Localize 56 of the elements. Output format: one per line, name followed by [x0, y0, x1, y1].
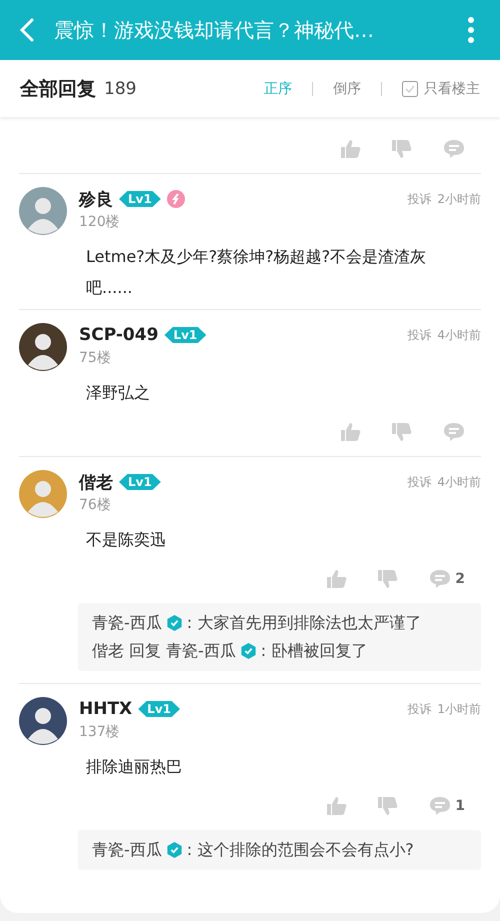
avatar[interactable]	[19, 323, 67, 371]
comment-text: 泽野弘之	[86, 382, 151, 404]
more-icon[interactable]	[468, 17, 474, 43]
page-title: 震惊！游戏没钱却请代言？神秘代…	[54, 16, 375, 44]
comment-icon[interactable]	[443, 422, 465, 442]
verified-icon	[166, 615, 182, 631]
post-time: 4小时前	[437, 326, 481, 344]
owner-only-label[interactable]: 只看楼主	[424, 80, 480, 98]
level-badge: Lv1	[138, 701, 180, 717]
reply-author[interactable]: 偕老	[92, 637, 124, 665]
reply-author[interactable]: 青瓷-西瓜	[92, 609, 162, 637]
floor-number: 120楼	[79, 213, 121, 231]
comment-text: Letme?木及少年?蔡徐坤?杨超越?不会是渣渣灰吧......	[86, 246, 428, 299]
user-name[interactable]: HHTX	[79, 699, 132, 719]
reply-author[interactable]: 青瓷-西瓜	[92, 836, 162, 864]
thumbs-down-icon[interactable]	[378, 796, 398, 816]
post-time: 4小时前	[437, 474, 481, 490]
floor-number: 137楼	[79, 723, 121, 741]
verified-icon	[240, 643, 256, 659]
reply-count: 2	[455, 571, 465, 587]
comment-icon[interactable]	[429, 569, 452, 589]
reply-author[interactable]: 青瓷-西瓜	[166, 637, 236, 665]
user-name[interactable]: 偕老	[79, 470, 113, 494]
section-title: 全部回复	[20, 76, 96, 102]
comment-text: 不是陈奕迅	[86, 529, 167, 551]
thumbs-down-icon[interactable]	[392, 422, 412, 442]
reply-text: : 这个排除的范围会不会有点小?	[186, 839, 414, 861]
user-name[interactable]: 殄良	[79, 188, 113, 210]
medal-icon	[166, 190, 185, 208]
thumbs-up-icon[interactable]	[341, 139, 361, 159]
post-time: 1小时前	[437, 700, 481, 718]
reply-count: 189	[104, 78, 136, 98]
comment-icon[interactable]	[429, 796, 452, 816]
verified-icon	[166, 842, 182, 858]
comment-icon[interactable]	[443, 139, 465, 159]
level-badge: Lv1	[164, 327, 206, 343]
reply-text: : 卧槽被回复了	[260, 640, 368, 662]
thumbs-up-icon[interactable]	[327, 796, 348, 816]
avatar[interactable]	[19, 697, 67, 745]
level-badge: Lv1	[119, 191, 161, 207]
back-icon[interactable]	[20, 18, 34, 42]
user-name[interactable]: SCP-049	[79, 325, 158, 345]
thumbs-up-icon[interactable]	[341, 422, 361, 442]
reply-count: 1	[455, 798, 465, 814]
thumbs-down-icon[interactable]	[392, 139, 412, 159]
thumbs-up-icon[interactable]	[327, 569, 348, 589]
post-time: 2小时前	[437, 190, 481, 208]
comment-text: 排除迪丽热巴	[86, 756, 183, 778]
checkbox[interactable]	[402, 80, 418, 96]
floor-number: 75楼	[79, 349, 112, 367]
level-badge: Lv1	[119, 474, 161, 490]
floor-number: 76楼	[79, 496, 112, 514]
sort-tab[interactable]: 倒序	[333, 80, 361, 98]
reply-word: 回复	[129, 640, 161, 662]
thumbs-down-icon[interactable]	[378, 569, 398, 589]
reply-text: : 大家首先用到排除法也太严谨了	[186, 612, 422, 634]
